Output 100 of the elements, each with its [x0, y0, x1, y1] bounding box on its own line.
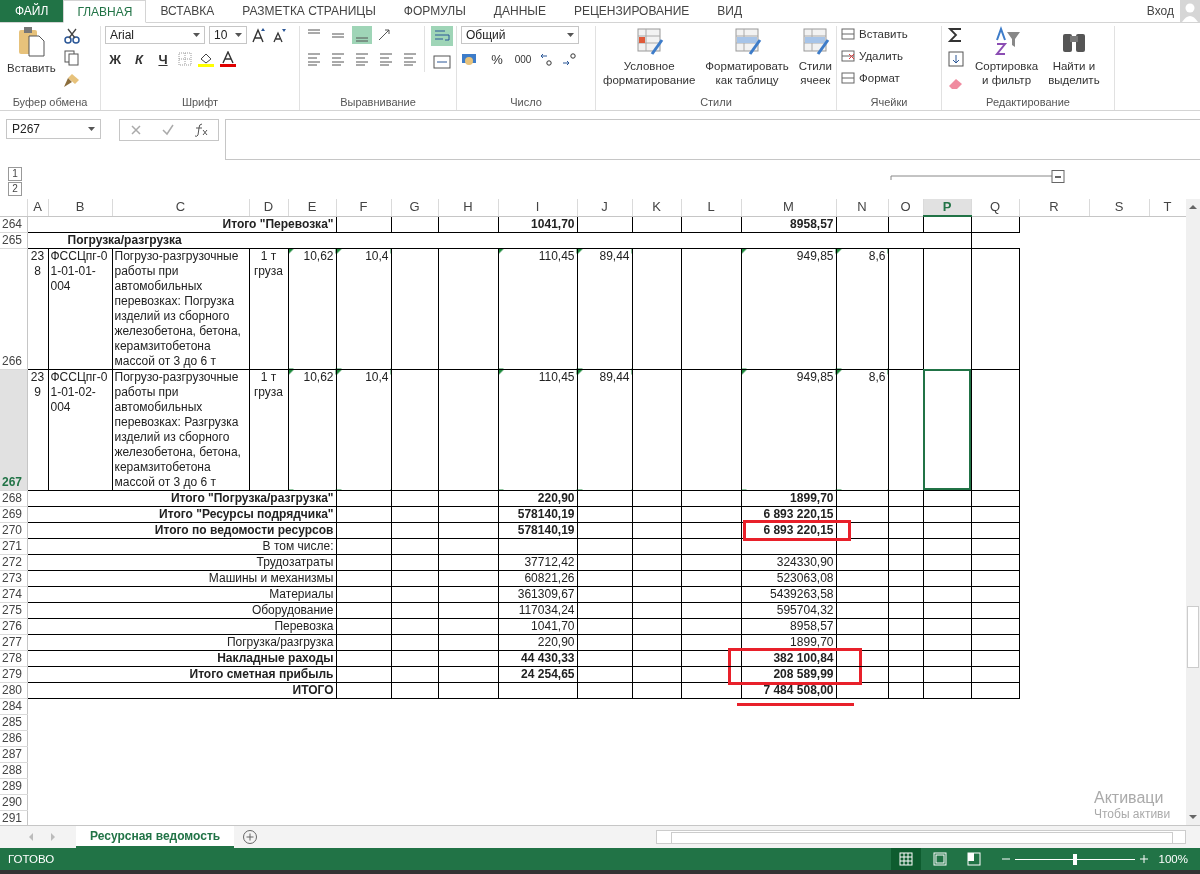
merge-icon[interactable] [431, 52, 453, 72]
row-header[interactable]: 285 [0, 714, 27, 730]
column-header[interactable]: R [1019, 199, 1089, 216]
horizontal-scrollbar[interactable] [656, 830, 1186, 844]
row-header[interactable]: 270 [0, 522, 27, 538]
cells-button[interactable]: Вставить [841, 26, 908, 42]
italic-button[interactable]: К [129, 50, 149, 68]
row-header[interactable]: 286 [0, 730, 27, 746]
scissors-icon[interactable] [62, 28, 81, 44]
copy-icon[interactable] [62, 50, 81, 66]
ribbon-tab[interactable]: ГЛАВНАЯ [63, 0, 147, 23]
outline-bracket-icon[interactable] [890, 170, 1065, 184]
borders-icon[interactable] [177, 51, 193, 67]
font-size-field[interactable]: 10 [209, 26, 247, 44]
column-header[interactable]: C [112, 199, 249, 216]
add-sheet-icon[interactable] [242, 829, 259, 845]
ribbon-tab[interactable]: ФОРМУЛЫ [389, 0, 480, 22]
sheet-tab[interactable]: Ресурсная ведомость [76, 826, 235, 848]
row-header[interactable]: 284 [0, 698, 27, 714]
row-header[interactable]: 277 [0, 634, 27, 650]
row-header[interactable]: 271 [0, 538, 27, 554]
formula-field[interactable] [225, 119, 1200, 160]
styles-button[interactable]: Форматировать как таблицу [702, 26, 792, 87]
name-box[interactable]: P267 [6, 119, 101, 139]
decrease-decimal-icon[interactable] [561, 51, 579, 67]
wrap-text-icon[interactable] [431, 26, 453, 46]
column-header[interactable]: Q [971, 199, 1019, 216]
ribbon-tab[interactable]: ВСТАВКА [146, 0, 229, 22]
styles-button[interactable]: Условное форматирование [600, 26, 699, 87]
editing-button[interactable]: Сортировка и фильтр [972, 26, 1042, 87]
column-header[interactable]: O [888, 199, 923, 216]
row-header[interactable]: 279 [0, 666, 27, 682]
column-header[interactable]: E [288, 199, 336, 216]
column-header[interactable]: F [336, 199, 391, 216]
percent-button[interactable]: % [487, 50, 507, 68]
table-cell: 1 т груза [249, 248, 288, 369]
normal-view-icon[interactable] [890, 848, 921, 870]
file-tab[interactable]: ФАЙЛ [0, 0, 64, 22]
enter-icon[interactable] [161, 123, 175, 137]
column-header[interactable]: J [577, 199, 632, 216]
outline-level-button[interactable]: 1 [8, 167, 22, 181]
row-header[interactable]: 276 [0, 618, 27, 634]
font-family-field[interactable]: Arial [105, 26, 205, 44]
row-header[interactable]: 273 [0, 570, 27, 586]
column-header[interactable]: N [836, 199, 888, 216]
thousands-button[interactable]: 000 [511, 50, 535, 68]
ribbon-tab[interactable]: РАЗМЕТКА СТРАНИЦЫ [228, 0, 390, 22]
row-header[interactable]: 278 [0, 650, 27, 666]
row-header[interactable]: 275 [0, 602, 27, 618]
row-header[interactable]: 264 [0, 216, 27, 232]
bold-button[interactable]: Ж [105, 50, 125, 68]
fill-color-icon[interactable] [197, 51, 215, 67]
row-header[interactable]: 280 [0, 682, 27, 698]
outline-level-button[interactable]: 2 [8, 182, 22, 196]
row-header[interactable]: 290 [0, 794, 27, 810]
cells-button[interactable]: Формат [841, 70, 900, 86]
ribbon-tab[interactable]: РЕЦЕНЗИРОВАНИЕ [559, 0, 704, 22]
shrink-font-icon[interactable] [271, 27, 287, 43]
editing-button[interactable]: Найти и выделить [1045, 26, 1103, 87]
row-header[interactable]: 268 [0, 490, 27, 506]
styles-button[interactable]: Стили ячеек [795, 26, 835, 87]
column-header[interactable]: K [632, 199, 681, 216]
paste-button[interactable]: Вставить [4, 26, 59, 75]
row-header[interactable]: 265 [0, 232, 27, 248]
row-header[interactable]: 289 [0, 778, 27, 794]
table-cell: Перевозка [27, 618, 336, 634]
number-format-field[interactable]: Общий [461, 26, 579, 44]
table-cell: 1899,70 [790, 490, 834, 505]
column-header[interactable]: G [391, 199, 438, 216]
column-header[interactable]: P [923, 199, 971, 216]
column-header[interactable]: I [498, 199, 577, 216]
scrollbar-thumb[interactable] [1187, 606, 1199, 668]
zoom-in-icon[interactable] [1138, 854, 1149, 864]
ribbon-tab[interactable]: ДАННЫЕ [479, 0, 560, 22]
function-icon[interactable] [193, 123, 209, 137]
column-header[interactable]: D [249, 199, 288, 216]
zoom-slider[interactable] [1072, 853, 1077, 865]
cancel-icon[interactable] [129, 123, 143, 137]
brush-icon[interactable] [62, 72, 81, 88]
table-cell: Погрузо-разгрузочные работы при автомобильных перевозках: Погрузка изделий из сборного железобетона, бетона, керамзитобетона массой от 3 до 6 т [112, 248, 249, 369]
row-header[interactable]: 267 [0, 369, 27, 490]
column-header[interactable]: B [48, 199, 112, 216]
row-header[interactable]: 287 [0, 746, 27, 762]
column-header[interactable]: L [681, 199, 741, 216]
font-color-icon[interactable] [219, 51, 237, 67]
row-header[interactable]: 269 [0, 506, 27, 522]
column-header[interactable]: H [438, 199, 498, 216]
ribbon-tab[interactable]: ВИД [703, 0, 757, 22]
table-cell: Материалы [27, 586, 336, 602]
sign-in-link[interactable]: Вход [1146, 4, 1174, 18]
underline-button[interactable]: Ч [153, 50, 173, 68]
column-header[interactable]: A [27, 199, 48, 216]
column-header[interactable]: S [1089, 199, 1149, 216]
row-header[interactable]: 272 [0, 554, 27, 570]
grow-font-icon[interactable] [251, 27, 267, 43]
row-header[interactable]: 288 [0, 762, 27, 778]
row-header[interactable]: 274 [0, 586, 27, 602]
cells-button[interactable]: Удалить [841, 48, 903, 64]
row-header[interactable]: 266 [0, 248, 27, 369]
column-header[interactable]: M [741, 199, 836, 216]
